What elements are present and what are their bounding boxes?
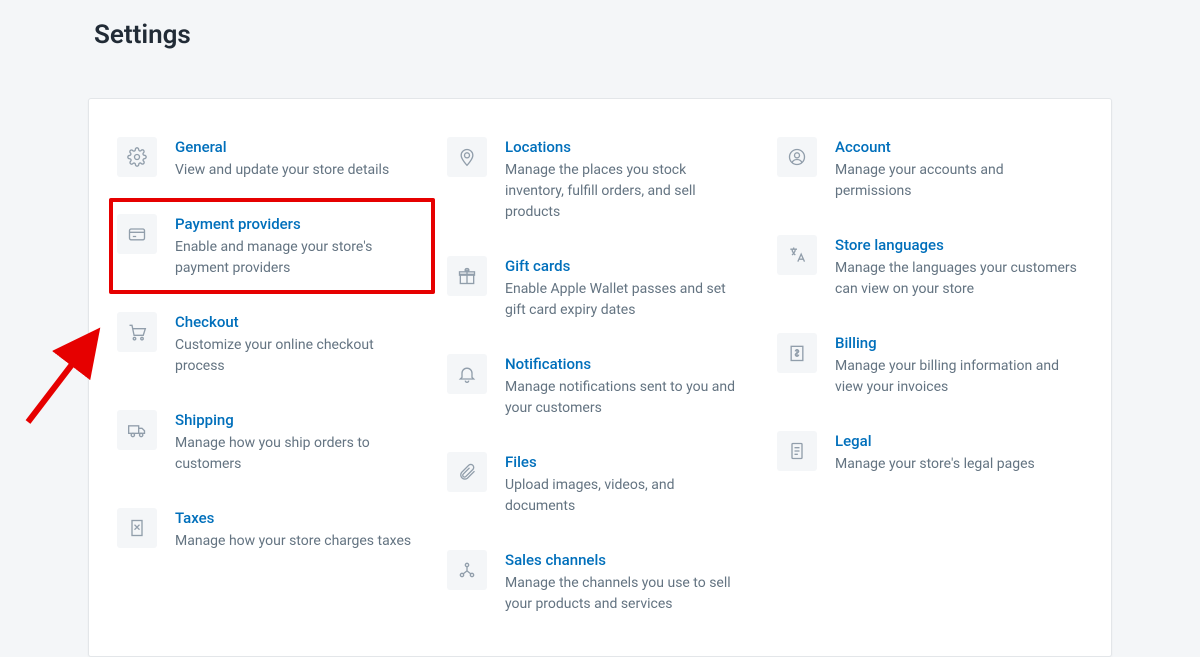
col-2: Locations Manage the places you stock in… bbox=[447, 133, 753, 618]
setting-desc: Manage the languages your customers can … bbox=[835, 260, 1077, 297]
setting-desc: Manage your accounts and permissions bbox=[835, 162, 1004, 199]
receipt-icon bbox=[117, 508, 157, 548]
setting-giftcards[interactable]: Gift cards Enable Apple Wallet passes an… bbox=[447, 252, 753, 324]
setting-general[interactable]: General View and update your store detai… bbox=[117, 133, 423, 184]
setting-billing[interactable]: Billing Manage your billing information … bbox=[777, 329, 1083, 401]
setting-desc: Manage the places you stock inventory, f… bbox=[505, 162, 696, 220]
settings-page: Settings General View and update your st… bbox=[0, 0, 1200, 657]
setting-checkout[interactable]: Checkout Customize your online checkout … bbox=[117, 308, 423, 380]
cart-icon bbox=[117, 312, 157, 352]
setting-title: Taxes bbox=[175, 508, 417, 528]
setting-title: Sales channels bbox=[505, 550, 747, 570]
channels-icon bbox=[447, 550, 487, 590]
setting-desc: Manage notifications sent to you and you… bbox=[505, 379, 735, 416]
setting-desc: Manage how your store charges taxes bbox=[175, 533, 411, 549]
gear-icon bbox=[117, 137, 157, 177]
setting-title: General bbox=[175, 137, 417, 157]
setting-payments[interactable]: Payment providers Enable and manage your… bbox=[117, 210, 423, 282]
setting-title: Payment providers bbox=[175, 214, 417, 234]
setting-account[interactable]: Account Manage your accounts and permiss… bbox=[777, 133, 1083, 205]
setting-languages[interactable]: Store languages Manage the languages you… bbox=[777, 231, 1083, 303]
user-icon bbox=[777, 137, 817, 177]
highlight-annotation: Payment providers Enable and manage your… bbox=[109, 198, 435, 294]
bell-icon bbox=[447, 354, 487, 394]
setting-desc: Enable Apple Wallet passes and set gift … bbox=[505, 281, 726, 318]
setting-notifications[interactable]: Notifications Manage notifications sent … bbox=[447, 350, 753, 422]
setting-channels[interactable]: Sales channels Manage the channels you u… bbox=[447, 546, 753, 618]
setting-locations[interactable]: Locations Manage the places you stock in… bbox=[447, 133, 753, 226]
setting-title: Billing bbox=[835, 333, 1077, 353]
setting-files[interactable]: Files Upload images, videos, and documen… bbox=[447, 448, 753, 520]
setting-title: Store languages bbox=[835, 235, 1077, 255]
setting-title: Shipping bbox=[175, 410, 417, 430]
setting-shipping[interactable]: Shipping Manage how you ship orders to c… bbox=[117, 406, 423, 478]
setting-title: Account bbox=[835, 137, 1077, 157]
card-icon bbox=[117, 214, 157, 254]
setting-desc: Manage how you ship orders to customers bbox=[175, 435, 370, 472]
setting-desc: Customize your online checkout process bbox=[175, 337, 374, 374]
setting-title: Checkout bbox=[175, 312, 417, 332]
location-icon bbox=[447, 137, 487, 177]
clip-icon bbox=[447, 452, 487, 492]
legal-icon bbox=[777, 431, 817, 471]
col-3: Account Manage your accounts and permiss… bbox=[777, 133, 1083, 618]
settings-card: General View and update your store detai… bbox=[88, 98, 1112, 657]
settings-grid: General View and update your store detai… bbox=[117, 133, 1083, 618]
setting-title: Gift cards bbox=[505, 256, 747, 276]
setting-taxes[interactable]: Taxes Manage how your store charges taxe… bbox=[117, 504, 423, 555]
setting-desc: Upload images, videos, and documents bbox=[505, 477, 675, 514]
setting-desc: View and update your store details bbox=[175, 162, 389, 178]
setting-title: Locations bbox=[505, 137, 747, 157]
page-title: Settings bbox=[94, 20, 1112, 50]
setting-title: Notifications bbox=[505, 354, 747, 374]
translate-icon bbox=[777, 235, 817, 275]
setting-title: Files bbox=[505, 452, 747, 472]
setting-desc: Manage your store's legal pages bbox=[835, 456, 1035, 472]
truck-icon bbox=[117, 410, 157, 450]
billing-icon bbox=[777, 333, 817, 373]
setting-legal[interactable]: Legal Manage your store's legal pages bbox=[777, 427, 1083, 478]
setting-desc: Manage your billing information and view… bbox=[835, 358, 1059, 395]
col-1: General View and update your store detai… bbox=[117, 133, 423, 618]
gift-icon bbox=[447, 256, 487, 296]
setting-desc: Manage the channels you use to sell your… bbox=[505, 575, 731, 612]
setting-title: Legal bbox=[835, 431, 1077, 451]
setting-desc: Enable and manage your store's payment p… bbox=[175, 239, 372, 276]
